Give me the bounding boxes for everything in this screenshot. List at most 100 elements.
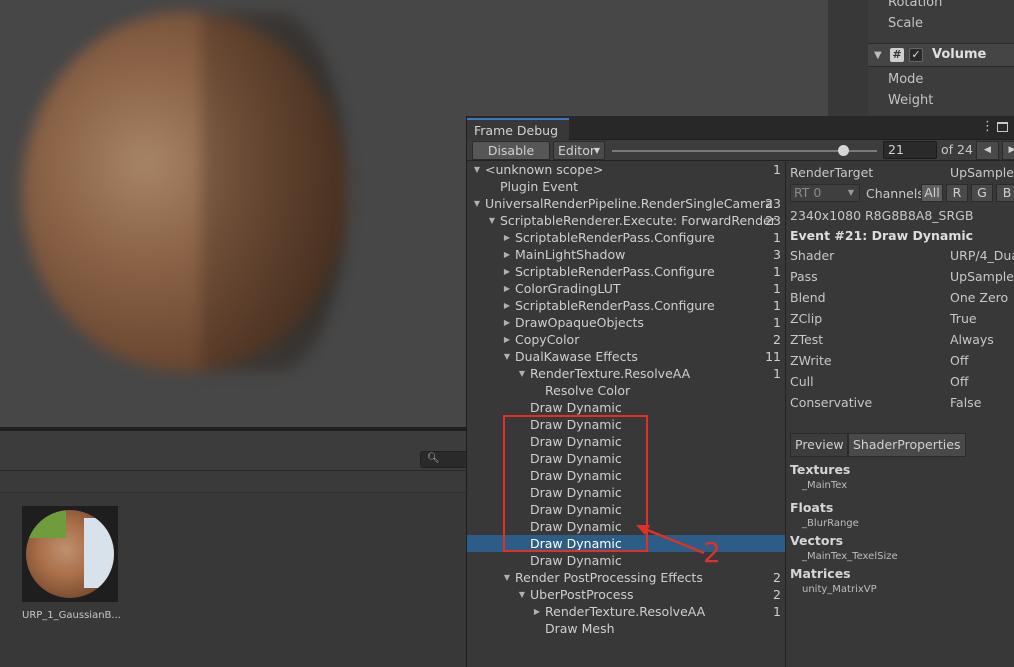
tree-row-count: 1 [773,230,781,245]
tree-row[interactable]: ▼ UberPostProcess 2 [467,586,785,603]
tree-row-count: 1 [773,162,781,177]
rt-dropdown[interactable]: RT 0 ▼ [790,184,860,202]
expand-arrow-icon[interactable]: ▼ [516,365,528,382]
tree-row-label: CopyColor [515,332,580,347]
tree-row-label: DualKawase Effects [515,349,638,364]
tab-frame-debug[interactable]: Frame Debug [467,118,569,140]
render-state-row: Pass UpSample [790,267,1014,286]
render-state-key: Conservative [790,395,873,410]
tree-row[interactable]: ▶ DrawOpaqueObjects 1 [467,314,785,331]
editor-dropdown[interactable]: Editor ▼ [553,141,605,160]
channel-all-button[interactable]: All [921,184,943,202]
volume-component-header[interactable]: ▼ # ✓ Volume [868,43,1014,67]
channel-b-button[interactable]: B [996,184,1014,202]
tab-preview[interactable]: Preview [790,433,848,457]
resolution-text: 2340x1080 R8G8B8A8_SRGB [790,208,974,223]
tree-row-label: RenderTexture.ResolveAA [545,604,706,619]
volume-component-name: Volume [932,47,987,62]
tree-row[interactable]: ▼ RenderTexture.ResolveAA 1 [467,365,785,382]
annotation-number: 2 [703,536,721,569]
tree-row[interactable]: Draw Dynamic [467,467,785,484]
tree-row[interactable]: Draw Dynamic [467,501,785,518]
tab-shader-properties[interactable]: ShaderProperties [848,433,966,457]
expand-arrow-icon[interactable]: ▼ [516,586,528,603]
tree-row[interactable]: ▼ Render PostProcessing Effects 2 [467,569,785,586]
previous-event-button[interactable]: ◀ [976,141,999,160]
tree-row[interactable]: Draw Dynamic [467,433,785,450]
tree-row[interactable]: ▶ RenderTexture.ResolveAA 1 [467,603,785,620]
collapse-arrow-icon[interactable]: ▶ [501,263,513,280]
tree-row[interactable]: Draw Dynamic [467,518,785,535]
tree-row[interactable]: Draw Dynamic [467,484,785,501]
tree-row-label: Draw Dynamic [530,400,622,415]
expand-arrow-icon[interactable]: ▼ [501,569,513,586]
tree-row[interactable]: ▶ CopyColor 2 [467,331,785,348]
render-state-row: Cull Off [790,372,1014,391]
tree-row[interactable]: Draw Dynamic [467,399,785,416]
disable-button[interactable]: Disable [472,141,550,160]
collapse-arrow-icon[interactable]: ▶ [501,331,513,348]
render-state-row: Conservative False [790,393,1014,412]
channel-g-button[interactable]: G [971,184,993,202]
tree-row-label: ScriptableRenderPass.Configure [515,264,715,279]
tree-row[interactable]: Draw Dynamic [467,450,785,467]
collapse-arrow-icon[interactable]: ▼ [874,50,882,61]
tree-row-count: 1 [773,604,781,619]
maximize-icon[interactable] [997,122,1008,132]
tree-row-label: Plugin Event [500,179,579,194]
collapse-arrow-icon[interactable]: ▶ [501,297,513,314]
collapse-arrow-icon[interactable]: ▶ [531,603,543,620]
expand-arrow-icon[interactable]: ▼ [471,195,483,212]
tree-row[interactable]: Draw Dynamic [467,552,785,569]
more-options-icon[interactable]: ⋮ [981,119,994,134]
tree-row[interactable]: ▼ DualKawase Effects 11 [467,348,785,365]
expand-arrow-icon[interactable]: ▼ [471,162,483,178]
render-state-key: ZClip [790,311,823,326]
tree-row[interactable]: ▼ <unknown scope> 1 [467,162,785,178]
tree-row-label: Draw Dynamic [530,502,622,517]
scale-label: Scale [888,16,923,31]
collapse-arrow-icon[interactable]: ▶ [501,280,513,297]
collapse-arrow-icon[interactable]: ▶ [501,314,513,331]
window-tab-bar: Frame Debug ⋮ [467,116,1014,140]
volume-enabled-checkbox[interactable]: ✓ [909,48,923,62]
collapse-arrow-icon[interactable]: ▶ [501,246,513,263]
project-search-field[interactable]: 🔍︎ [420,451,466,468]
tree-row-label: Draw Dynamic [530,485,622,500]
event-number-field[interactable]: 21 [883,141,937,159]
tree-row[interactable]: ▶ ScriptableRenderPass.Configure 1 [467,297,785,314]
expand-arrow-icon[interactable]: ▼ [486,212,498,229]
event-tree: ▼ <unknown scope> 1 Plugin Event ▼ UniversalR… [467,162,785,667]
event-slider[interactable] [612,150,877,152]
expand-arrow-icon[interactable]: ▼ [501,348,513,365]
tree-row[interactable]: ▼ UniversalRenderPipeline.RenderSingleCam… [467,195,785,212]
tree-row[interactable]: ▶ ScriptableRenderPass.Configure 1 [467,263,785,280]
tree-row[interactable]: ▶ MainLightShadow 3 [467,246,785,263]
tree-row[interactable]: Plugin Event [467,178,785,195]
asset-thumbnail[interactable] [22,506,118,602]
project-panel: 🔍︎ URP_1_GaussianB... [0,431,466,667]
tree-row[interactable]: Resolve Color [467,382,785,399]
inspector-panel: Rotation Scale ▼ # ✓ Volume Mode Weight [868,0,1014,115]
tree-row[interactable]: Draw Dynamic [467,535,785,552]
tree-row[interactable]: ▶ ScriptableRenderPass.Configure 1 [467,229,785,246]
render-state-value: Off [950,353,969,368]
channels-row: RT 0 ▼ Channels All R G B [790,184,1014,203]
rt-dropdown-label: RT 0 [794,185,822,200]
frame-debugger-window: Frame Debug ⋮ Disable Editor ▼ 21 of 24 ◀… [466,116,1014,667]
tree-row[interactable]: ▼ ScriptableRenderer.Execute: ForwardRend… [467,212,785,229]
render-state-value: URP/4_Dua [950,248,1014,263]
channel-r-button[interactable]: R [946,184,968,202]
tree-row[interactable]: ▶ ColorGradingLUT 1 [467,280,785,297]
render-state-key: Shader [790,248,835,263]
tree-row[interactable]: Draw Mesh [467,620,785,637]
tree-row-label: UberPostProcess [530,587,634,602]
render-state-key: Blend [790,290,826,305]
next-event-button[interactable]: ▶ [1002,141,1014,160]
float-item: _BlurRange [802,518,859,529]
tree-row-count: 3 [773,247,781,262]
tree-row-count: 2 [773,587,781,602]
tree-row[interactable]: Draw Dynamic [467,416,785,433]
event-slider-handle[interactable] [838,145,850,156]
collapse-arrow-icon[interactable]: ▶ [501,229,513,246]
